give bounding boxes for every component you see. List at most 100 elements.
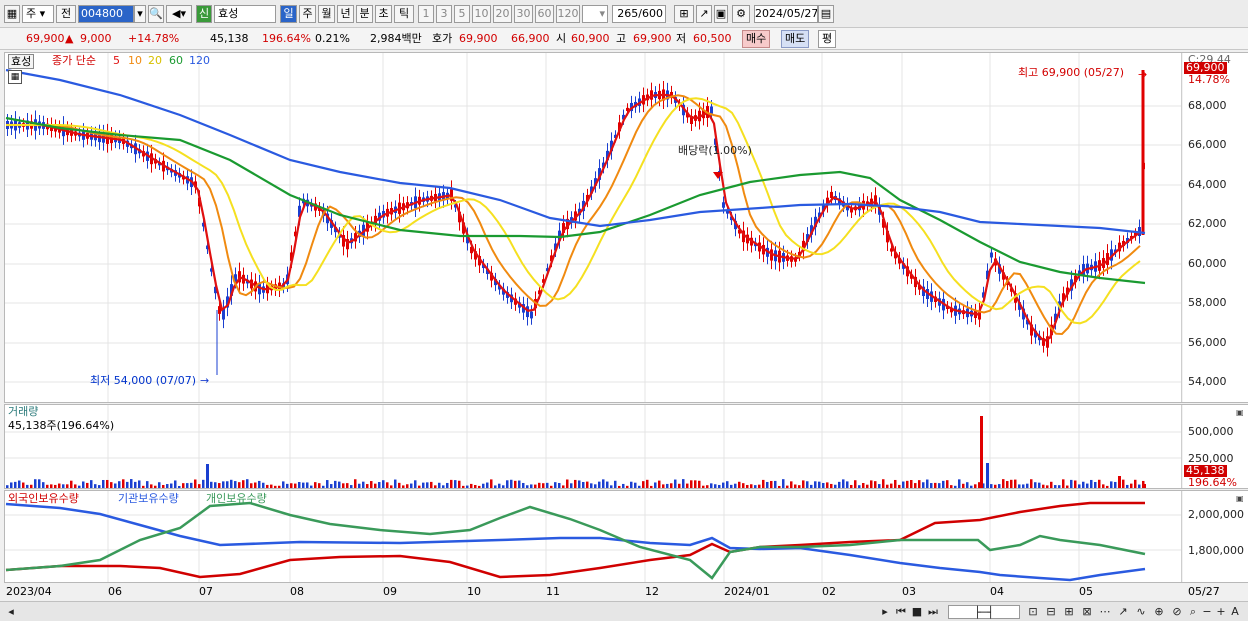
volume-bar [438, 482, 441, 488]
volume-bar [774, 480, 777, 488]
volume-title: 거래량 [8, 405, 39, 418]
tool-icon[interactable]: ↗ [1116, 605, 1130, 619]
volume-bar [26, 484, 29, 488]
volume-bar [370, 481, 373, 488]
price-tick: 68,000 [1188, 99, 1227, 112]
volume-bar [1110, 481, 1113, 488]
volume-bar [530, 484, 533, 488]
tool-icon[interactable]: ⊞ [1062, 605, 1076, 619]
volume-bar [994, 484, 997, 488]
volume-bar [386, 482, 389, 488]
volume-bar [1086, 483, 1089, 488]
stop-icon[interactable]: ■ [910, 605, 924, 619]
volume-bar [598, 481, 601, 488]
x-axis: 2023/04 06 07 08 09 10 11 12 2024/01 02 … [0, 583, 1248, 601]
tool-icon[interactable]: ⊟ [1044, 605, 1058, 619]
volume-bar [1054, 485, 1057, 488]
zoom-out-icon[interactable]: − [1200, 605, 1214, 619]
volume-bar [782, 479, 785, 488]
volume-bar [98, 485, 101, 488]
volume-bar [778, 485, 781, 488]
volume-bar [930, 483, 933, 488]
volume-bar [706, 485, 709, 488]
volume-bar [266, 484, 269, 488]
legend-stock-name[interactable]: 효성 [8, 54, 35, 69]
volume-bar [754, 485, 757, 488]
tool-icon[interactable]: ⋯ [1098, 605, 1112, 619]
volume-bar [566, 479, 569, 488]
volume-bar [146, 481, 149, 488]
tool-icon[interactable]: ⊡ [1026, 605, 1040, 619]
volume-bar [166, 484, 169, 488]
volume-bar [1030, 479, 1033, 488]
volume-bar [822, 482, 825, 488]
price-tick: 62,000 [1188, 217, 1227, 230]
tool-icon[interactable]: ⊘ [1170, 605, 1184, 619]
ma20-line [6, 97, 1141, 325]
volume-bar [310, 485, 313, 488]
volume-bar [670, 483, 673, 488]
volume-bar [810, 484, 813, 488]
volume-bar [1138, 484, 1141, 488]
close-panel-icon[interactable]: ▣ [1236, 406, 1244, 419]
volume-bar [354, 479, 357, 488]
volume-bar [686, 483, 689, 488]
rewind-icon[interactable]: ⏮ [894, 605, 908, 619]
volume-bar [66, 484, 69, 488]
volume-bar [42, 482, 45, 488]
ma10-line [6, 94, 1141, 336]
volume-bar [470, 483, 473, 488]
volume-bar [654, 482, 657, 488]
zoom-slider[interactable]: ├─┤ [948, 605, 1020, 619]
volume-bar [1058, 485, 1061, 488]
tool-icon[interactable]: ⊕ [1152, 605, 1166, 619]
grid-toggle-icon[interactable]: ▦ [8, 70, 22, 84]
volume-bar [366, 484, 369, 488]
volume-bar [338, 481, 341, 488]
volume-bar [1078, 484, 1081, 488]
volume-bar [254, 482, 257, 488]
volume-bar [118, 481, 121, 488]
volume-bar [1134, 479, 1137, 488]
volume-bar [918, 480, 921, 488]
price-tick: 56,000 [1188, 336, 1227, 349]
volume-bar [962, 483, 965, 488]
volume-bar [214, 482, 217, 488]
scroll-left-icon[interactable]: ◂ [4, 605, 18, 619]
zoom-in-icon[interactable]: + [1214, 605, 1228, 619]
zoom-search-icon[interactable]: ⌕ [1186, 605, 1200, 619]
chart-canvas: →→ [5, 53, 1183, 582]
holdings-tick: 2,000,000 [1188, 508, 1244, 521]
volume-bar [1074, 480, 1077, 488]
scroll-right-icon[interactable]: ▸ [878, 605, 892, 619]
volume-bar [462, 485, 465, 488]
volume-bar [170, 483, 173, 488]
volume-bar [494, 485, 497, 488]
volume-bar [294, 483, 297, 488]
volume-bar [758, 484, 761, 488]
volume-bar [418, 485, 421, 488]
play-icon[interactable]: ⏭ [926, 605, 940, 619]
volume-bar [546, 482, 549, 488]
volume-bar [878, 484, 881, 488]
volume-bar [406, 484, 409, 488]
volume-bar [562, 485, 565, 488]
volume-tag-pct: 196.64% [1188, 476, 1237, 489]
volume-bar [190, 482, 193, 488]
volume-bar [826, 482, 829, 488]
volume-bar [6, 485, 9, 488]
volume-bar [1042, 484, 1045, 488]
volume-bar [622, 483, 625, 488]
volume-bar [18, 480, 21, 488]
tool-icon[interactable]: ∿ [1134, 605, 1148, 619]
price-tick: 60,000 [1188, 257, 1227, 270]
tool-icon[interactable]: ⊠ [1080, 605, 1094, 619]
price-tick: 54,000 [1188, 375, 1227, 388]
close-panel-icon[interactable]: ▣ [1236, 492, 1244, 505]
volume-bar [578, 480, 581, 488]
volume-bar [842, 479, 845, 488]
holdings-tick: 1,800,000 [1188, 544, 1244, 557]
volume-bar [34, 479, 37, 488]
font-size-icon[interactable]: A [1228, 605, 1242, 619]
indiv-holdings-line [5, 501, 1146, 580]
